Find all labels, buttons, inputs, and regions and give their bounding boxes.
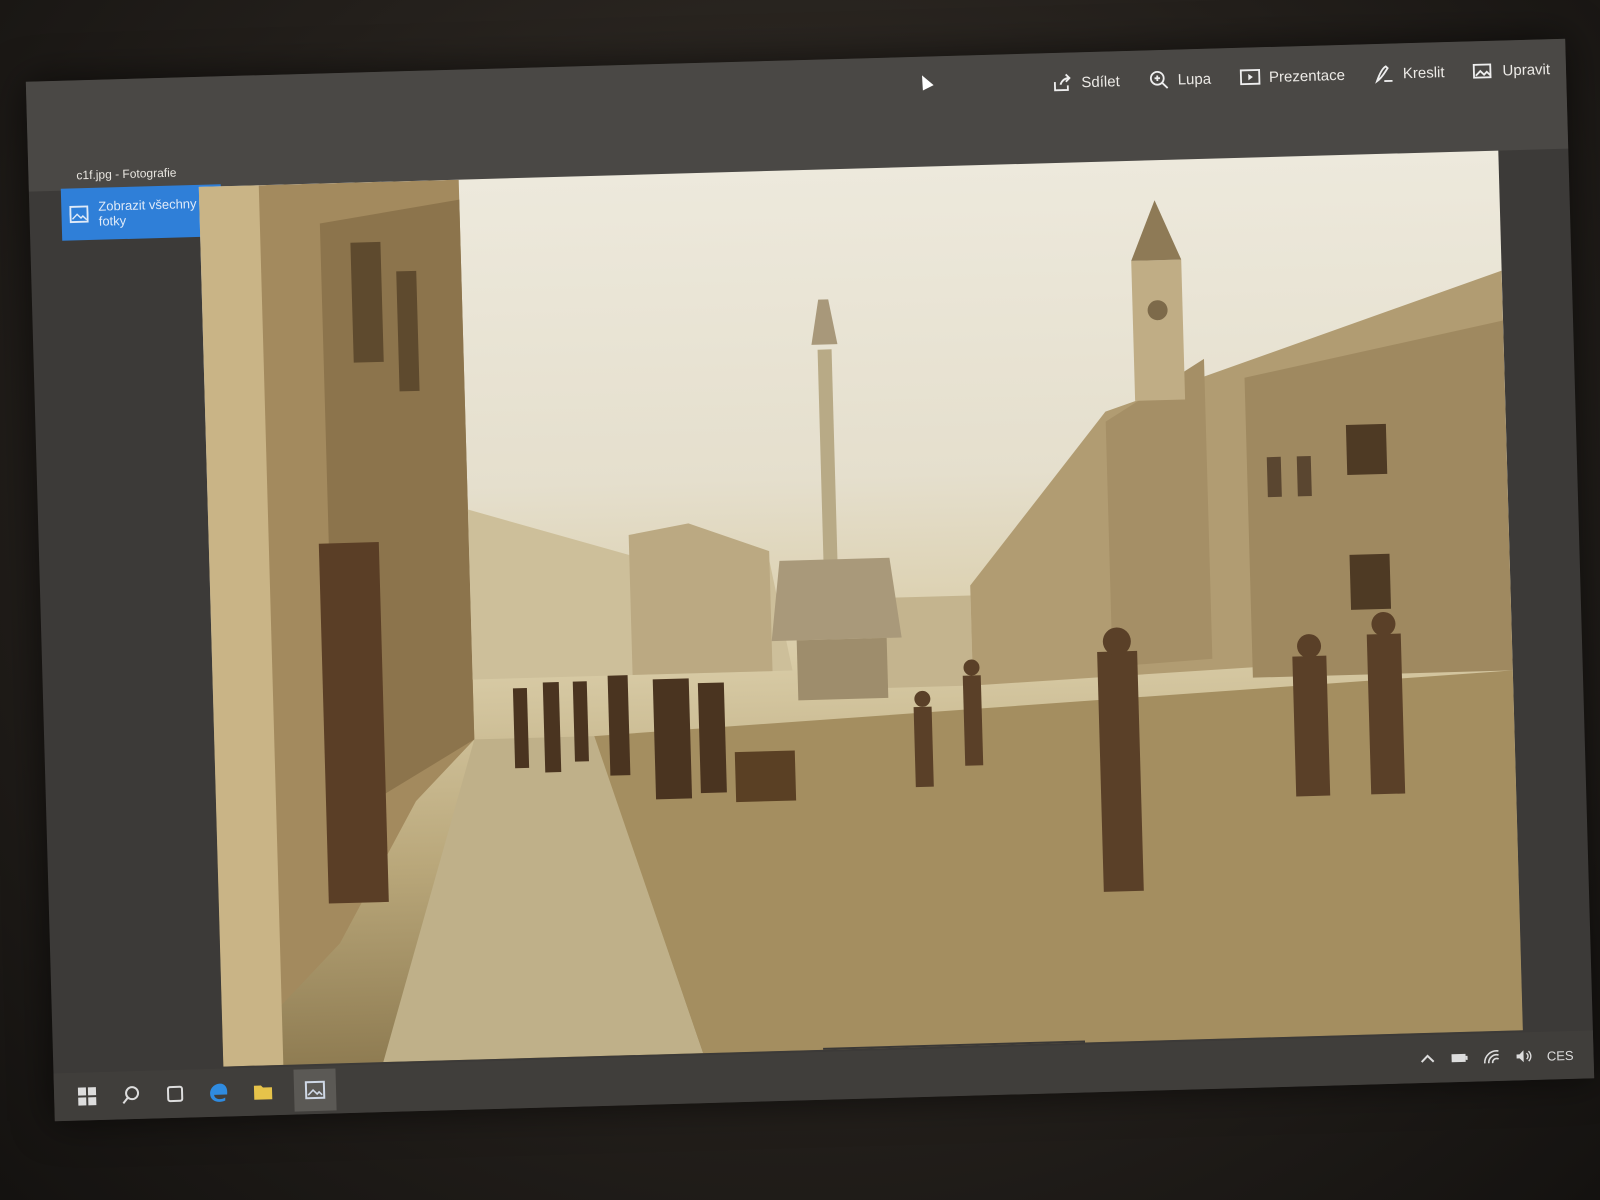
edge-browser-icon — [210, 1083, 228, 1102]
pen-icon — [1374, 65, 1393, 84]
share-button[interactable]: Sdílet — [1051, 70, 1120, 94]
zoom-label: Lupa — [1177, 70, 1212, 89]
draw-button[interactable]: Kreslit — [1373, 61, 1445, 85]
folder-icon — [253, 1085, 273, 1100]
share-icon — [1054, 73, 1071, 92]
projection-screen: c1f.jpg - Fotografie Sdílet Lupa Prezent… — [25, 38, 1595, 1122]
edit-button[interactable]: Upravit — [1472, 58, 1550, 82]
draw-label: Kreslit — [1402, 63, 1445, 82]
volume-icon[interactable] — [1515, 1048, 1533, 1064]
start-button[interactable] — [74, 1083, 101, 1110]
edit-label: Upravit — [1502, 60, 1551, 79]
photos-app-icon — [304, 1080, 326, 1100]
file-explorer-button[interactable] — [250, 1078, 277, 1105]
photos-icon — [69, 205, 89, 224]
slideshow-button[interactable]: Prezentace — [1239, 64, 1345, 89]
search-icon — [122, 1086, 140, 1104]
language-indicator[interactable]: CES — [1547, 1047, 1574, 1063]
photos-app-button[interactable] — [293, 1068, 337, 1112]
search-button[interactable] — [118, 1082, 145, 1109]
windows-logo-icon — [77, 1087, 97, 1106]
wifi-icon[interactable] — [1483, 1049, 1501, 1065]
historic-town-square-photo — [198, 179, 1523, 1067]
zoom-icon — [1149, 70, 1168, 89]
slideshow-icon — [1239, 68, 1261, 86]
mouse-cursor — [916, 72, 934, 91]
slideshow-label: Prezentace — [1268, 66, 1346, 86]
battery-icon[interactable] — [1451, 1050, 1469, 1066]
zoom-button[interactable]: Lupa — [1147, 68, 1211, 92]
task-view-button[interactable] — [162, 1081, 189, 1108]
edge-button[interactable] — [206, 1079, 233, 1106]
window-title: c1f.jpg - Fotografie — [76, 165, 177, 183]
photo-view[interactable] — [198, 150, 1523, 1067]
chevron-up-icon[interactable] — [1419, 1051, 1437, 1067]
share-label: Sdílet — [1081, 72, 1120, 91]
system-tray: CES — [1418, 1031, 1574, 1083]
task-view-icon — [166, 1085, 184, 1103]
edit-photo-icon — [1473, 63, 1492, 79]
